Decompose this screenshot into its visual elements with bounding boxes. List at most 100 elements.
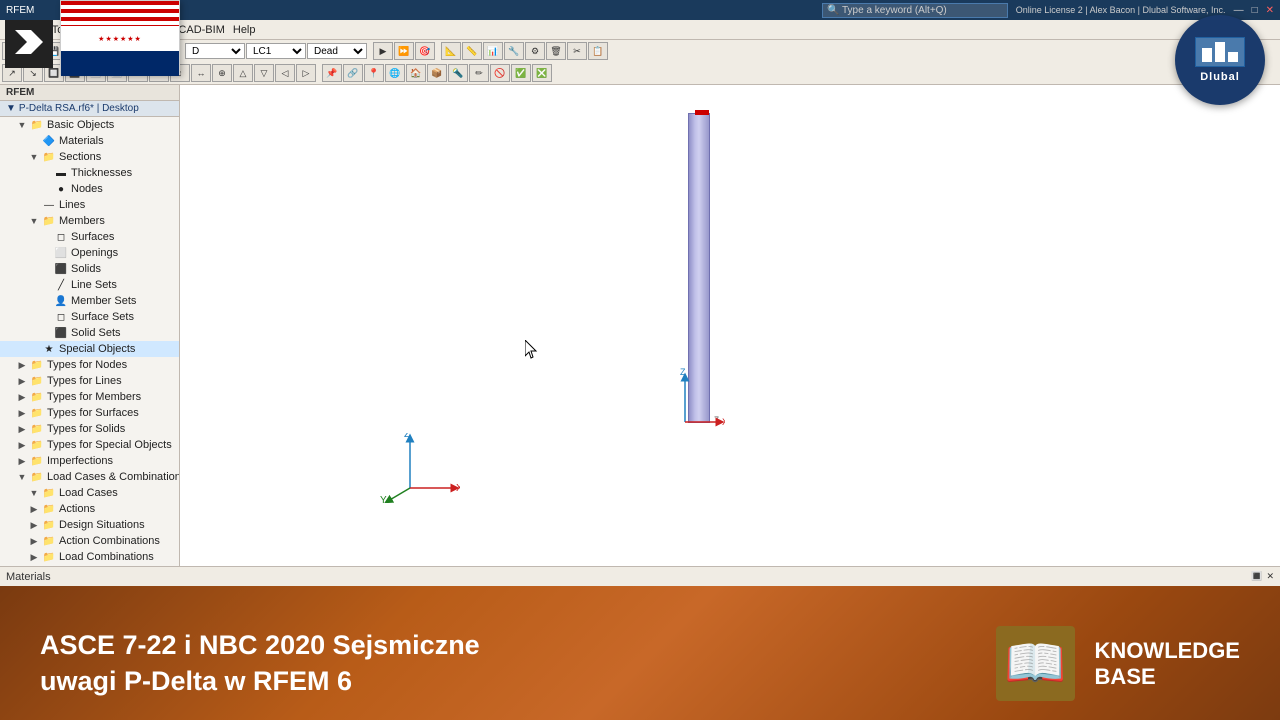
tree-openings[interactable]: ⬜ Openings — [0, 245, 179, 261]
tree-types-special[interactable]: ▶ 📁 Types for Special Objects — [0, 437, 179, 453]
tb2-btn24[interactable]: 🚫 — [490, 64, 510, 82]
combo-d[interactable]: D — [185, 43, 245, 59]
dlubal-name: Dlubal — [1200, 71, 1240, 83]
tb2-btn17[interactable]: 🔗 — [343, 64, 363, 82]
tb-btn15[interactable]: 📋 — [588, 42, 608, 60]
panel-close-btn[interactable]: ✕ — [1266, 571, 1274, 582]
project-label[interactable]: ▼ P-Delta RSA.rf6* | Desktop — [0, 101, 179, 117]
tree-static-settings[interactable]: ▶ ⚙ Static Analysis Settings — [0, 565, 179, 566]
tb-btn14[interactable]: ✂ — [567, 42, 587, 60]
banner-text: ASCE 7-22 i NBC 2020 Sejsmiczne uwagi P-… — [40, 628, 480, 698]
banner-right: 📖 KNOWLEDGE BASE — [996, 626, 1240, 701]
close-btn[interactable]: ✕ — [1266, 5, 1274, 16]
tb-btn6[interactable]: ⏩ — [394, 42, 414, 60]
menu-cadbim[interactable]: CAD-BIM — [175, 23, 227, 37]
tb-btn9[interactable]: 📏 — [462, 42, 482, 60]
tb2-btn15[interactable]: ▷ — [296, 64, 316, 82]
tb-btn13[interactable]: 🗑 — [546, 42, 566, 60]
panel-resize-btn[interactable]: 🔳 — [1251, 571, 1262, 582]
tb2-btn22[interactable]: 🔦 — [448, 64, 468, 82]
book-icon: 📖 — [996, 626, 1074, 701]
tree-types-lines[interactable]: ▶ 📁 Types for Lines — [0, 373, 179, 389]
tb2-btn16[interactable]: 📌 — [322, 64, 342, 82]
tree-linesets[interactable]: ╱ Line Sets — [0, 277, 179, 293]
tb2-btn12[interactable]: △ — [233, 64, 253, 82]
banner-line1: ASCE 7-22 i NBC 2020 Sejsmiczne — [40, 628, 480, 663]
cursor-svg — [525, 340, 541, 360]
tb-btn7[interactable]: 🎯 — [415, 42, 435, 60]
bottom-panel-label: Materials — [6, 571, 51, 583]
dlubal-logo: Dlubal — [1175, 15, 1265, 105]
tb-btn11[interactable]: 🔧 — [504, 42, 524, 60]
tree-design-situations[interactable]: ▶ 📁 Design Situations — [0, 517, 179, 533]
tree-imperfections[interactable]: ▶ 📁 Imperfections — [0, 453, 179, 469]
model-top-pin — [695, 110, 709, 115]
tree-surfaces[interactable]: ◻ Surfaces — [0, 229, 179, 245]
tree-special-objects[interactable]: ★ Special Objects — [0, 341, 179, 357]
knowledge-base-text: KNOWLEDGE BASE — [1095, 638, 1240, 690]
axis-svg: Z X Y — [380, 433, 460, 503]
tb2-btn14[interactable]: ◁ — [275, 64, 295, 82]
tb2-btn18[interactable]: 📍 — [364, 64, 384, 82]
tree-lines[interactable]: — Lines — [0, 197, 179, 213]
combo-load[interactable]: Dead — [307, 43, 367, 59]
svg-text:X: X — [722, 417, 725, 427]
tree-action-combinations[interactable]: ▶ 📁 Action Combinations — [0, 533, 179, 549]
svg-text:Z: Z — [404, 433, 410, 440]
tree-types-nodes[interactable]: ▶ 📁 Types for Nodes — [0, 357, 179, 373]
tree-types-solids[interactable]: ▶ 📁 Types for Solids — [0, 421, 179, 437]
tree-surfacesets[interactable]: ◻ Surface Sets — [0, 309, 179, 325]
tree-solids[interactable]: ⬛ Solids — [0, 261, 179, 277]
search-box[interactable]: 🔍 Type a keyword (Alt+Q) — [822, 3, 1008, 18]
arrow-icon — [5, 20, 53, 68]
sidebar: RFEM ▼ P-Delta RSA.rf6* | Desktop ▼ 📁 Ba… — [0, 85, 180, 566]
bottom-panel: Materials 🔳 ✕ — [0, 566, 1280, 586]
tb-btn5[interactable]: ▶ — [373, 42, 393, 60]
combo-lc[interactable]: LC1 — [246, 43, 306, 59]
tb2-btn26[interactable]: ❎ — [532, 64, 552, 82]
model-axis-svg: Z X — [665, 367, 725, 427]
flag-container: ★★★★★★ — [60, 0, 180, 75]
bottom-banner: ASCE 7-22 i NBC 2020 Sejsmiczne uwagi P-… — [0, 586, 1280, 720]
tree-actions[interactable]: ▶ 📁 Actions — [0, 501, 179, 517]
dlubal-icon-svg — [1200, 40, 1240, 64]
banner-line2: uwagi P-Delta w RFEM 6 — [40, 664, 480, 699]
tb2-btn23[interactable]: ✏ — [469, 64, 489, 82]
license-info: Online License 2 | Alex Bacon | Dlubal S… — [1016, 5, 1226, 15]
tree-thicknesses[interactable]: ▬ Thicknesses — [0, 165, 179, 181]
tb2-btn13[interactable]: ▽ — [254, 64, 274, 82]
tree-materials[interactable]: 🔷 Materials — [0, 133, 179, 149]
tb2-btn21[interactable]: 📦 — [427, 64, 447, 82]
tree-basic-objects[interactable]: ▼ 📁 Basic Objects — [0, 117, 179, 133]
tree-load-combinations[interactable]: ▶ 📁 Load Combinations — [0, 549, 179, 565]
tree-nodes[interactable]: ● Nodes — [0, 181, 179, 197]
tree-types-members[interactable]: ▶ 📁 Types for Members — [0, 389, 179, 405]
maximize-btn[interactable]: □ — [1252, 5, 1258, 16]
tb-btn12[interactable]: ⚙ — [525, 42, 545, 60]
tb-btn10[interactable]: 📊 — [483, 42, 503, 60]
svg-text:Z: Z — [680, 367, 686, 377]
tree-membersets[interactable]: 👤 Member Sets — [0, 293, 179, 309]
tb-btn8[interactable]: 📐 — [441, 42, 461, 60]
tb2-btn10[interactable]: ↔ — [191, 64, 211, 82]
menu-help[interactable]: Help — [230, 23, 259, 37]
tree-load-cases[interactable]: ▼ 📁 Load Cases & Combinations — [0, 469, 179, 485]
tree-sections[interactable]: ▼ 📁 Sections — [0, 149, 179, 165]
canvas-area[interactable]: 7 Z X — [180, 85, 1280, 566]
cursor — [525, 340, 541, 360]
axis-indicator: Z X Y — [380, 433, 460, 506]
app-title: RFEM — [6, 5, 34, 16]
minimize-btn[interactable]: — — [1234, 5, 1244, 16]
tree-members[interactable]: ▼ 📁 Members — [0, 213, 179, 229]
svg-text:Y: Y — [380, 495, 387, 503]
arrow-svg — [13, 28, 45, 60]
tb2-btn25[interactable]: ✅ — [511, 64, 531, 82]
tb2-btn11[interactable]: ⊕ — [212, 64, 232, 82]
tb2-btn20[interactable]: 🏠 — [406, 64, 426, 82]
tree-solidsets[interactable]: ⬛ Solid Sets — [0, 325, 179, 341]
svg-text:X: X — [456, 483, 460, 494]
rfem-label: RFEM — [0, 85, 179, 101]
tree-lc-folder[interactable]: ▼ 📁 Load Cases — [0, 485, 179, 501]
tree-types-surfaces[interactable]: ▶ 📁 Types for Surfaces — [0, 405, 179, 421]
tb2-btn19[interactable]: 🌐 — [385, 64, 405, 82]
